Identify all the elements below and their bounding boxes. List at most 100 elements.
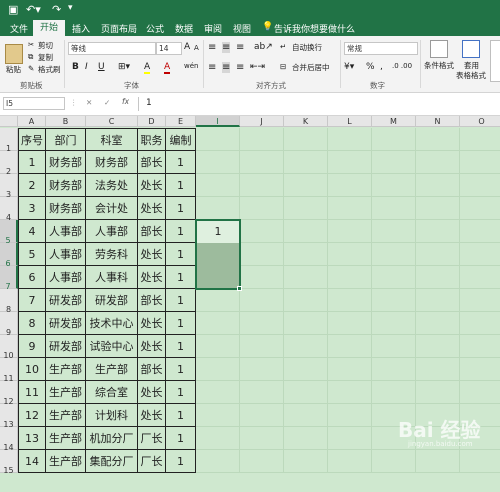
empty-cell[interactable] [460, 128, 500, 151]
empty-cell[interactable] [196, 312, 240, 335]
table-cell[interactable]: 生产部 [46, 381, 86, 404]
enter-icon[interactable]: ✓ [104, 98, 110, 107]
empty-cell[interactable] [196, 151, 240, 174]
empty-cell[interactable] [460, 335, 500, 358]
align-center-icon[interactable]: ≡ [222, 62, 231, 73]
table-cell[interactable]: 法务处 [86, 174, 138, 197]
decimal-icon[interactable]: .0 .00 [392, 62, 412, 70]
table-cell[interactable]: 机加分厂 [86, 427, 138, 450]
empty-cell[interactable] [372, 335, 416, 358]
empty-cell[interactable] [240, 174, 284, 197]
tab-data[interactable]: 数据 [175, 22, 193, 35]
empty-cell[interactable] [196, 427, 240, 450]
empty-cell[interactable] [328, 312, 372, 335]
underline-button[interactable]: U [98, 62, 105, 72]
empty-cell[interactable] [372, 174, 416, 197]
copy-button[interactable]: 复制 [38, 52, 53, 63]
row-header[interactable]: 4 [0, 197, 18, 222]
table-cell[interactable]: 11 [18, 381, 46, 404]
empty-cell[interactable] [460, 243, 500, 266]
table-cell[interactable]: 1 [166, 197, 196, 220]
empty-cell[interactable] [460, 174, 500, 197]
column-header[interactable]: J [240, 116, 284, 127]
row-header[interactable]: 11 [0, 358, 18, 383]
empty-cell[interactable] [372, 312, 416, 335]
empty-cell[interactable] [328, 427, 372, 450]
empty-cell[interactable] [416, 266, 460, 289]
formula-input[interactable]: 1 [146, 98, 152, 108]
empty-cell[interactable] [372, 151, 416, 174]
font-name-select[interactable]: 等线 [68, 42, 156, 55]
table-cell[interactable]: 1 [166, 450, 196, 473]
empty-cell[interactable] [284, 450, 328, 473]
empty-cell[interactable] [328, 197, 372, 220]
empty-cell[interactable] [328, 128, 372, 151]
row-header[interactable]: 2 [0, 151, 18, 176]
empty-cell[interactable] [372, 450, 416, 473]
column-header[interactable]: B [46, 116, 86, 127]
empty-cell[interactable] [328, 450, 372, 473]
tab-insert[interactable]: 插入 [72, 22, 90, 35]
table-cell[interactable]: 1 [166, 243, 196, 266]
table-cell[interactable]: 1 [166, 266, 196, 289]
empty-cell[interactable] [240, 427, 284, 450]
table-cell[interactable]: 人事部 [46, 266, 86, 289]
empty-cell[interactable] [328, 289, 372, 312]
row-header[interactable]: 12 [0, 381, 18, 406]
empty-cell[interactable] [240, 243, 284, 266]
table-cell[interactable]: 1 [166, 381, 196, 404]
table-cell[interactable]: 6 [18, 266, 46, 289]
table-cell[interactable]: 1 [166, 220, 196, 243]
table-cell[interactable]: 生产部 [46, 427, 86, 450]
column-header[interactable]: A [18, 116, 46, 127]
percent-button[interactable]: % [366, 62, 375, 72]
table-cell[interactable]: 9 [18, 335, 46, 358]
wrap-text-button[interactable]: 自动换行 [292, 42, 322, 53]
empty-cell[interactable] [328, 381, 372, 404]
table-cell[interactable]: 4 [18, 220, 46, 243]
empty-cell[interactable] [196, 335, 240, 358]
empty-cell[interactable] [240, 266, 284, 289]
table-header-cell[interactable]: 序号 [18, 128, 46, 151]
wrap-text-icon[interactable]: ↵ [280, 42, 286, 51]
table-cell[interactable]: 部长 [138, 289, 166, 312]
orientation-icon[interactable]: ab↗ [254, 42, 273, 52]
table-cell[interactable]: 13 [18, 427, 46, 450]
column-header[interactable]: M [372, 116, 416, 127]
empty-cell[interactable] [416, 128, 460, 151]
table-cell[interactable]: 处长 [138, 381, 166, 404]
empty-cell[interactable] [240, 358, 284, 381]
tab-view[interactable]: 视图 [233, 22, 251, 35]
table-cell[interactable]: 研发部 [86, 289, 138, 312]
italic-button[interactable]: I [85, 62, 88, 72]
empty-cell[interactable] [328, 220, 372, 243]
empty-cell[interactable] [460, 289, 500, 312]
empty-cell[interactable] [196, 128, 240, 151]
empty-cell[interactable] [284, 128, 328, 151]
empty-cell[interactable] [416, 151, 460, 174]
empty-cell[interactable] [416, 358, 460, 381]
column-header[interactable]: C [86, 116, 138, 127]
align-bottom-icon[interactable]: ≡ [236, 42, 244, 53]
empty-cell[interactable] [372, 243, 416, 266]
empty-cell[interactable] [416, 220, 460, 243]
table-cell[interactable]: 生产部 [46, 358, 86, 381]
table-cell[interactable]: 1 [166, 151, 196, 174]
column-header[interactable]: L [328, 116, 372, 127]
fill-handle[interactable] [237, 286, 242, 291]
empty-cell[interactable] [196, 450, 240, 473]
column-header[interactable]: D [138, 116, 166, 127]
table-cell[interactable]: 人事部 [46, 243, 86, 266]
comma-button[interactable]: , [380, 62, 383, 72]
number-format-select[interactable]: 常规 [344, 42, 418, 55]
borders-icon[interactable]: ⊞▾ [118, 62, 130, 72]
tab-review[interactable]: 审阅 [204, 22, 222, 35]
table-cell[interactable]: 财务部 [86, 151, 138, 174]
table-cell[interactable]: 财务部 [46, 174, 86, 197]
table-header-cell[interactable]: 部门 [46, 128, 86, 151]
tab-home[interactable]: 开始 [33, 20, 66, 36]
row-header[interactable]: 8 [0, 289, 18, 314]
empty-cell[interactable] [416, 381, 460, 404]
table-cell[interactable]: 8 [18, 312, 46, 335]
cell-styles-icon[interactable] [490, 40, 500, 82]
